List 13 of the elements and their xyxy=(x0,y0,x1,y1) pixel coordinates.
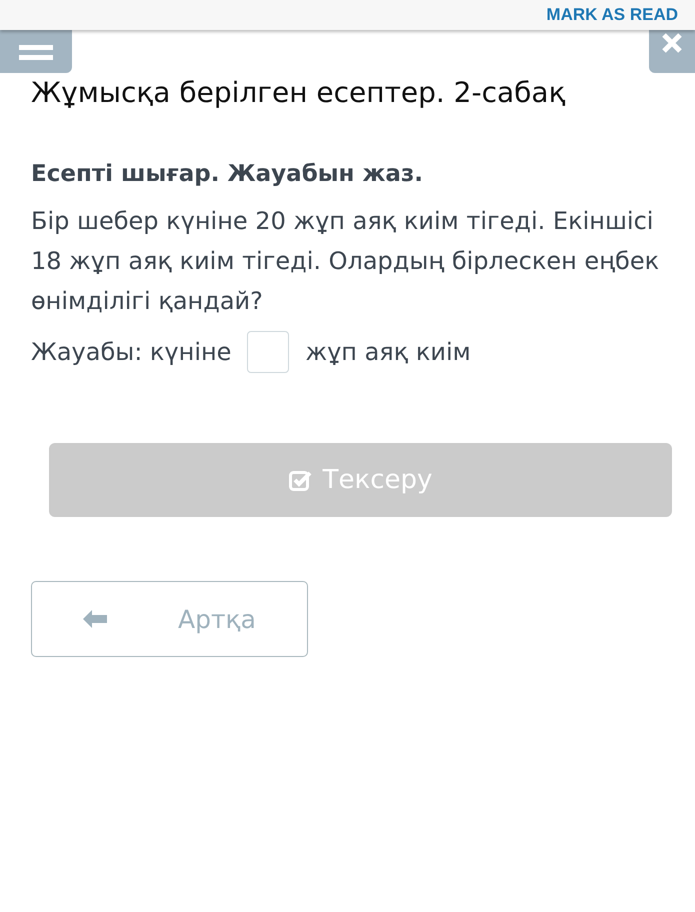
answer-prefix: Жауабы: күніне xyxy=(31,338,232,366)
menu-button[interactable] xyxy=(0,30,72,73)
back-button[interactable]: Артқа xyxy=(31,581,308,657)
left-arrow-icon xyxy=(82,609,108,629)
mark-as-read-link[interactable]: MARK AS READ xyxy=(546,5,678,25)
task-text: Бір шебер күніне 20 жұп аяқ киім тігеді. Екіншісі 18 жұп аяқ киім тігеді. Олардың бірлескен еңбек өнімділігі қандай? xyxy=(31,206,660,317)
answer-field[interactable] xyxy=(247,331,290,373)
page-title: Жұмысқа берілген есептер. 2-сабақ xyxy=(30,75,566,109)
close-button[interactable] xyxy=(649,30,695,73)
task-instruction: Есепті шығар. Жауабын жаз. xyxy=(31,161,424,187)
checkbox-icon xyxy=(288,469,313,491)
close-icon xyxy=(661,32,683,54)
answer-suffix: жұп аяқ киім xyxy=(305,338,471,366)
